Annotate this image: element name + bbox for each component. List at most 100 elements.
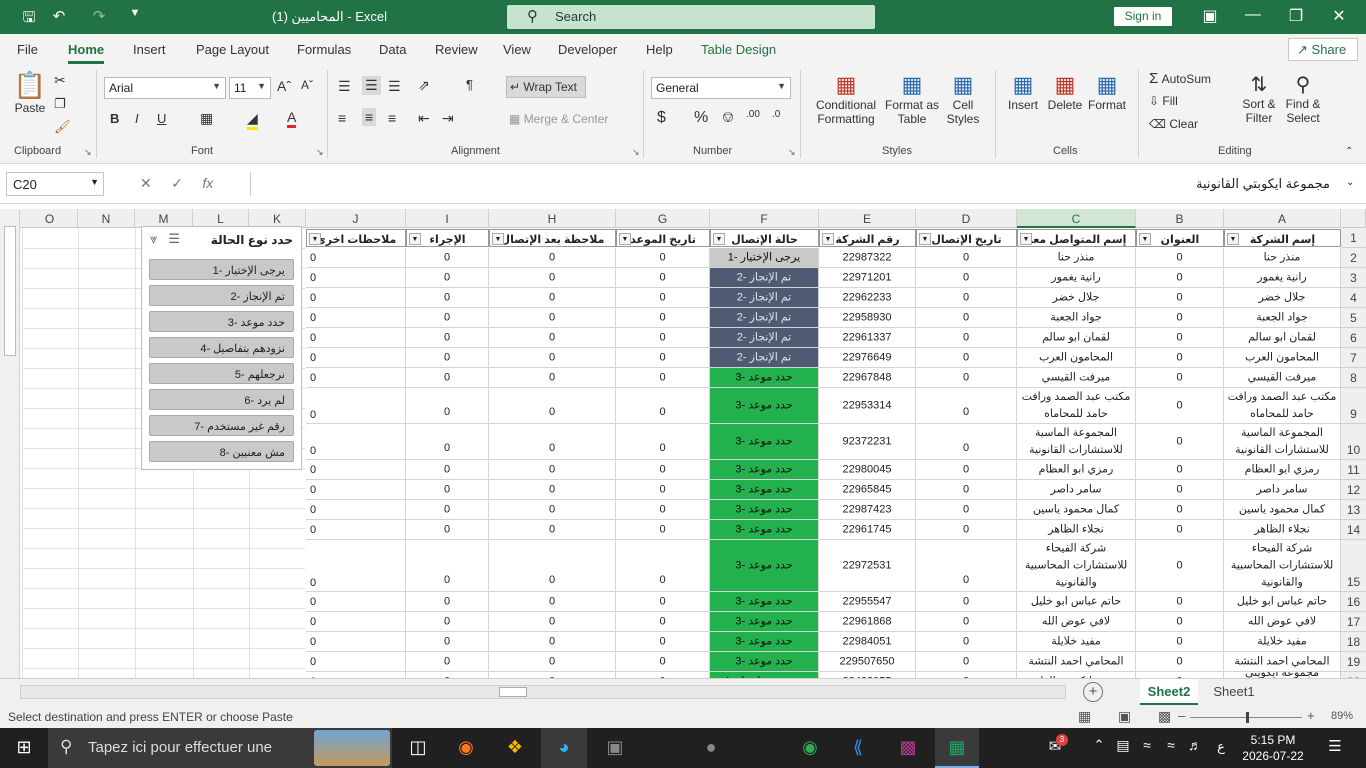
sort-filter-button[interactable]: ⇅ Sort & Filter [1240,72,1278,125]
row-header-14[interactable]: 14 [1341,520,1366,540]
column-header-g[interactable]: G [616,209,710,228]
tab-page-layout[interactable]: Page Layout [196,42,269,57]
cell-h6[interactable]: 0 [489,328,616,348]
filter-dropdown-icon[interactable]: ▼ [713,233,725,245]
cell-g18[interactable]: 0 [616,632,710,652]
cell-a5[interactable]: جواد الجعبة [1224,308,1341,328]
tab-developer[interactable]: Developer [558,42,617,57]
cell-j11[interactable]: 0 [306,460,406,480]
orientation-icon[interactable]: ⇗ [418,77,430,94]
cell-c2[interactable]: منذر حنا [1017,248,1136,268]
table-header-j[interactable]: ▼ ملاحظات اخرى [306,229,406,247]
select-all-corner[interactable] [1341,209,1366,228]
horizontal-scrollbar[interactable] [20,685,1066,699]
cell-a10[interactable]: المجموعة الماسية للاستشارات القانونية [1224,424,1341,460]
sheet-tab-sheet2[interactable]: Sheet2 [1140,679,1198,705]
cell-a9[interactable]: مكتب عبد الصمد ورافت حامد للمحاماه [1224,388,1341,424]
cell-i2[interactable]: 0 [406,248,489,268]
cell-b6[interactable]: 0 [1136,328,1224,348]
zoom-level[interactable]: 89% [1331,710,1353,722]
task-view-icon[interactable]: ◫ [403,737,433,758]
cell-h2[interactable]: 0 [489,248,616,268]
cell-c7[interactable]: المحامون العرب [1017,348,1136,368]
increase-decimal-icon[interactable]: .00 [746,109,760,120]
cell-h4[interactable]: 0 [489,288,616,308]
currency-icon[interactable]: $ [657,109,666,127]
cell-h18[interactable]: 0 [489,632,616,652]
cell-g13[interactable]: 0 [616,500,710,520]
cell-c17[interactable]: لافي عوض الله [1017,612,1136,632]
cell-d4[interactable]: 0 [916,288,1017,308]
cell-e11[interactable]: 22980045 [819,460,916,480]
ribbon-display-icon[interactable]: ▣ [1195,6,1225,26]
excel-icon[interactable]: ▦ [942,737,972,758]
slicer-item[interactable]: نرجعلهم -5 [149,363,294,384]
cell-g15[interactable]: 0 [616,540,710,592]
filter-dropdown-icon[interactable]: ▼ [919,233,931,245]
font-name-combo[interactable]: Arial ▼ [104,77,226,99]
cell-a17[interactable]: لافي عوض الله [1224,612,1341,632]
cell-g4[interactable]: 0 [616,288,710,308]
cell-d15[interactable]: 0 [916,540,1017,592]
cell-j19[interactable]: 0 [306,652,406,672]
column-header-e[interactable]: E [819,209,916,228]
formula-input[interactable]: مجموعة ايكوبتي القانونية [250,172,1360,196]
row-header-10[interactable]: 10 [1341,424,1366,460]
clipboard-launcher-icon[interactable]: ↘ [84,147,92,158]
cell-j17[interactable]: 0 [306,612,406,632]
cell-f17[interactable]: حدد موعد -3 [710,612,819,632]
cell-e8[interactable]: 22967848 [819,368,916,388]
cell-a12[interactable]: سامر داصر [1224,480,1341,500]
cell-b5[interactable]: 0 [1136,308,1224,328]
row-header-8[interactable]: 8 [1341,368,1366,388]
insert-cells-button[interactable]: ▦ Insert [1005,72,1041,112]
chrome-icon[interactable]: ◉ [795,737,825,758]
table-header-d[interactable]: ▼ تاريخ الإتصال [916,229,1017,247]
cell-e2[interactable]: 22987322 [819,248,916,268]
cell-i8[interactable]: 0 [406,368,489,388]
cell-e5[interactable]: 22958930 [819,308,916,328]
cell-c5[interactable]: جواد الجعبة [1017,308,1136,328]
cell-d3[interactable]: 0 [916,268,1017,288]
bold-button[interactable]: B [110,111,119,126]
cell-b7[interactable]: 0 [1136,348,1224,368]
cell-d9[interactable]: 0 [916,388,1017,424]
cell-e9[interactable]: 22953314 [819,388,916,424]
cell-j5[interactable]: 0 [306,308,406,328]
cell-h9[interactable]: 0 [489,388,616,424]
tab-view[interactable]: View [503,42,531,57]
cell-h17[interactable]: 0 [489,612,616,632]
column-header-o[interactable]: O [22,209,78,228]
cell-j14[interactable]: 0 [306,520,406,540]
cell-b17[interactable]: 0 [1136,612,1224,632]
percent-icon[interactable]: % [694,109,708,127]
cell-h5[interactable]: 0 [489,308,616,328]
tab-home[interactable]: Home [68,42,105,64]
filter-dropdown-icon[interactable]: ▼ [309,233,321,245]
store-icon[interactable]: ▣ [600,737,630,758]
page-break-view-icon[interactable]: ▩ [1158,708,1171,725]
cell-h16[interactable]: 0 [489,592,616,612]
align-center-icon[interactable]: ≡ [362,108,377,126]
row-header-13[interactable]: 13 [1341,500,1366,520]
cell-a4[interactable]: جلال خضر [1224,288,1341,308]
cell-j4[interactable]: 0 [306,288,406,308]
borders-icon[interactable]: ▦ [200,110,213,127]
add-sheet-icon[interactable]: + [1083,682,1103,702]
number-launcher-icon[interactable]: ↘ [788,147,796,158]
cell-g5[interactable]: 0 [616,308,710,328]
worksheet-grid[interactable]: ABCDEFGHIJKLMNO ▼ إسم الشركة ▼ العنوان ▼ إسم … [0,204,1366,678]
column-header-f[interactable]: F [710,209,819,228]
cell-d2[interactable]: 0 [916,248,1017,268]
cell-e4[interactable]: 22962233 [819,288,916,308]
multi-select-icon[interactable]: ☰ [168,231,180,246]
cell-g16[interactable]: 0 [616,592,710,612]
wrap-text-button[interactable]: ↵ Wrap Text [506,76,586,98]
format-cells-button[interactable]: ▦ Format [1087,72,1127,112]
row-header-3[interactable]: 3 [1341,268,1366,288]
column-header-a[interactable]: A [1224,209,1341,228]
merge-center-button[interactable]: ▦ Merge & Center [509,112,608,126]
cell-f12[interactable]: حدد موعد -3 [710,480,819,500]
zoom-in-icon[interactable]: + [1307,708,1315,723]
cell-d7[interactable]: 0 [916,348,1017,368]
